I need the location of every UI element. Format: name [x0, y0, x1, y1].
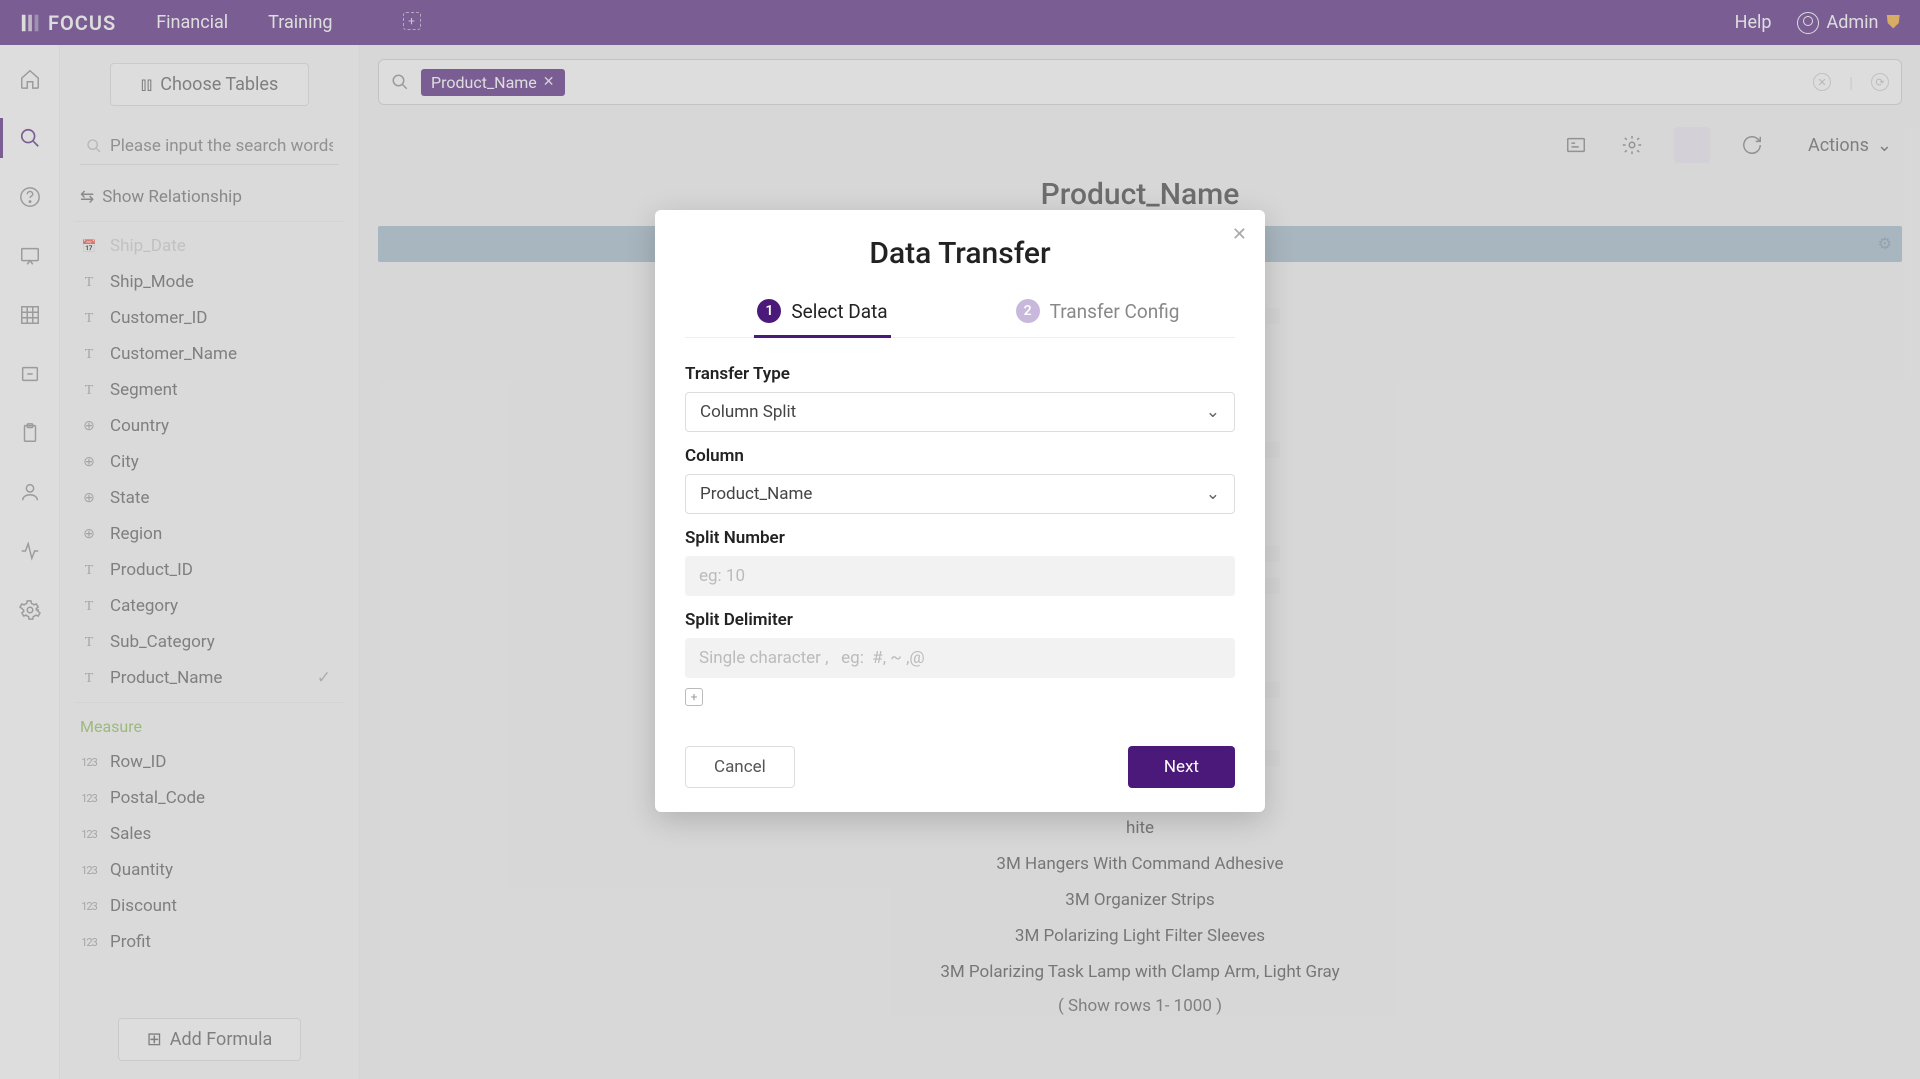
- column-label: Column: [685, 446, 1235, 466]
- step-transfer-config[interactable]: 2 Transfer Config: [960, 299, 1235, 337]
- add-delimiter-button[interactable]: +: [685, 688, 703, 706]
- next-button[interactable]: Next: [1128, 746, 1235, 788]
- step-number: 1: [757, 299, 781, 323]
- step-label: Select Data: [791, 300, 887, 323]
- step-label: Transfer Config: [1050, 300, 1180, 323]
- split-number-input[interactable]: [685, 556, 1235, 596]
- data-transfer-modal: ✕ Data Transfer 1 Select Data 2 Transfer…: [655, 210, 1265, 812]
- split-delimiter-input[interactable]: [685, 638, 1235, 678]
- transfer-type-select[interactable]: Column Split ⌄: [685, 392, 1235, 432]
- modal-title: Data Transfer: [685, 236, 1235, 271]
- transfer-type-value: Column Split: [700, 402, 796, 422]
- column-select[interactable]: Product_Name ⌄: [685, 474, 1235, 514]
- column-value: Product_Name: [700, 484, 812, 504]
- modal-footer: Cancel Next: [685, 746, 1235, 788]
- modal-steps: 1 Select Data 2 Transfer Config: [685, 299, 1235, 338]
- split-number-label: Split Number: [685, 528, 1235, 548]
- transfer-type-label: Transfer Type: [685, 364, 1235, 384]
- chevron-down-icon: ⌄: [1206, 484, 1220, 504]
- step-select-data[interactable]: 1 Select Data: [685, 299, 960, 337]
- split-delimiter-label: Split Delimiter: [685, 610, 1235, 630]
- cancel-button[interactable]: Cancel: [685, 746, 795, 788]
- step-number: 2: [1016, 299, 1040, 323]
- close-icon[interactable]: ✕: [1232, 224, 1247, 245]
- chevron-down-icon: ⌄: [1206, 402, 1220, 422]
